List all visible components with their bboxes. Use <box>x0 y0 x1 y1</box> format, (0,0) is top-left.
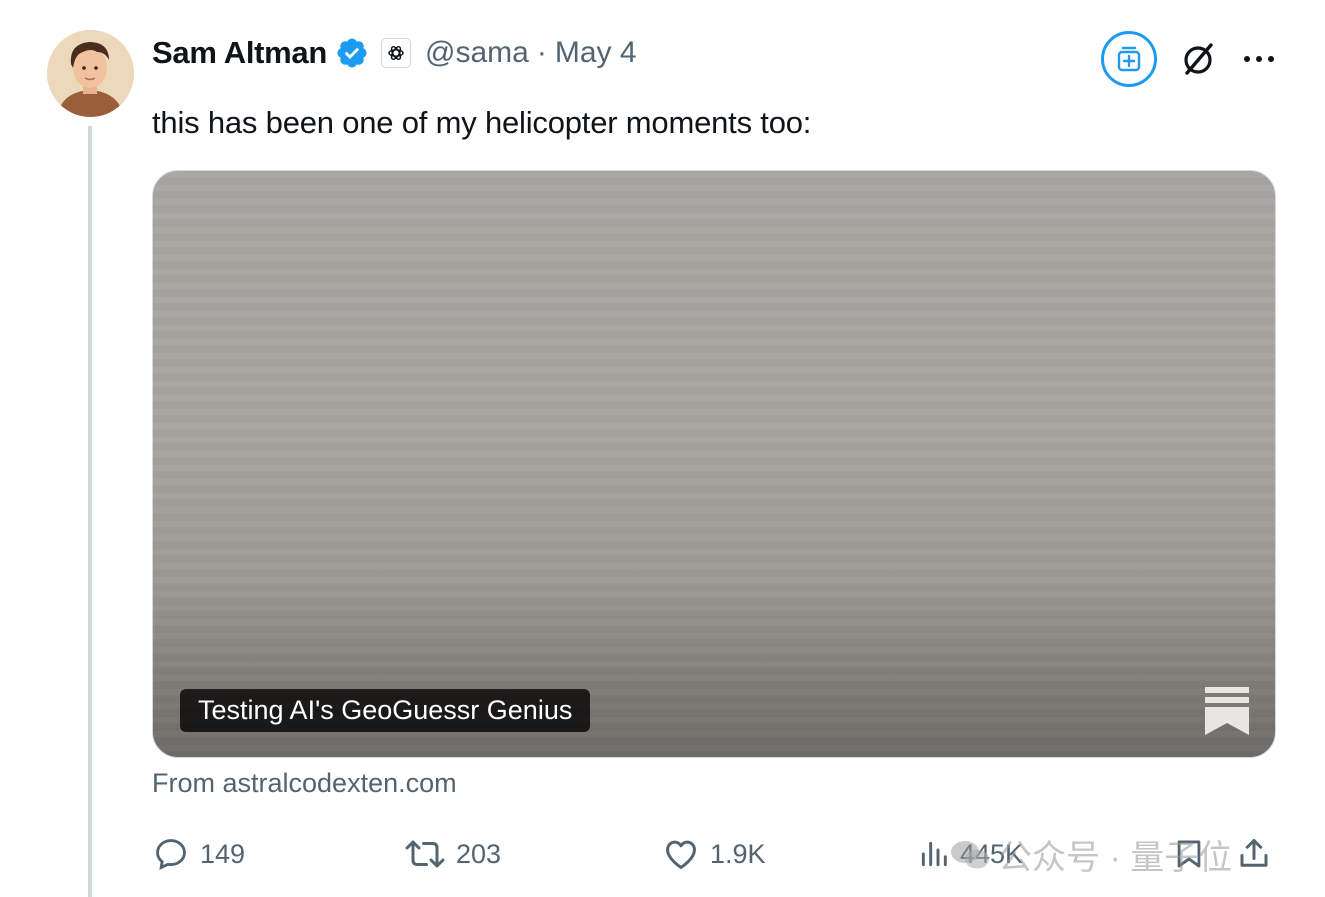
repost-count: 203 <box>456 838 502 869</box>
dot-separator: · <box>536 36 547 69</box>
bookmark-icon <box>1177 840 1201 868</box>
card-title: Testing AI's GeoGuessr Genius <box>180 689 591 732</box>
more-icon <box>1244 56 1274 62</box>
card-source[interactable]: From astralcodexten.com <box>152 768 457 799</box>
thread-line <box>88 126 92 897</box>
author-name[interactable]: Sam Altman <box>152 35 327 71</box>
grok-slash-button[interactable] <box>1175 36 1221 82</box>
grok-slash-icon <box>1184 43 1213 75</box>
substack-logo-icon <box>1205 687 1249 735</box>
verified-badge-icon[interactable] <box>335 36 369 70</box>
like-count: 1.9K <box>710 838 766 869</box>
reply-icon <box>156 839 186 870</box>
views-button[interactable]: 445K <box>918 832 1023 876</box>
repost-icon <box>405 840 445 868</box>
more-options-button[interactable] <box>1239 39 1279 79</box>
tweet-text: this has been one of my helicopter momen… <box>152 105 812 140</box>
card-image <box>153 171 1275 757</box>
avatar[interactable] <box>47 30 134 117</box>
avatar-illustration <box>47 30 134 117</box>
repost-button[interactable]: 203 <box>404 832 501 876</box>
grok-button[interactable] <box>1101 31 1157 87</box>
grok-icon <box>1117 46 1141 72</box>
handle-and-date: @sama · May 4 <box>425 36 637 70</box>
views-count: 445K <box>960 838 1024 869</box>
tweet-date[interactable]: May 4 <box>555 36 637 70</box>
link-card[interactable]: Testing AI's GeoGuessr Genius <box>152 170 1276 758</box>
share-icon <box>1240 839 1268 867</box>
author-handle[interactable]: @sama <box>425 36 529 70</box>
reply-count: 149 <box>200 838 246 869</box>
tweet-header: Sam Altman @sama · May 4 <box>152 30 637 76</box>
reply-button[interactable]: 149 <box>152 832 245 876</box>
action-bar: 149 203 1.9K 445K <box>152 832 1276 876</box>
openai-affiliation-icon[interactable] <box>381 38 412 68</box>
analytics-icon <box>921 841 947 867</box>
top-actions <box>1101 31 1279 87</box>
heart-icon <box>666 840 696 869</box>
share-button[interactable] <box>1236 832 1272 876</box>
bookmark-button[interactable] <box>1172 832 1206 876</box>
like-button[interactable]: 1.9K <box>662 832 766 876</box>
